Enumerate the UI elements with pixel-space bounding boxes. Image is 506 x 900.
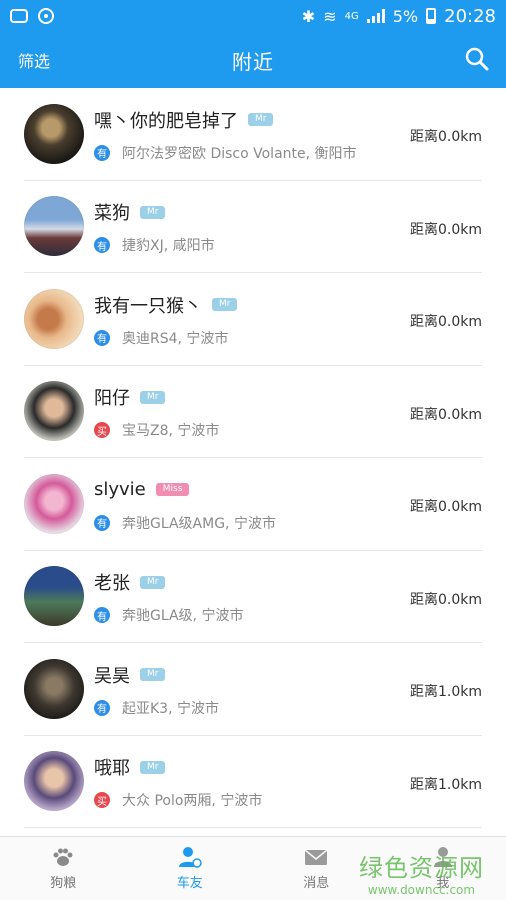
avatar — [24, 288, 84, 349]
distance-label: 距离0.0km — [409, 314, 482, 330]
tab-label: 车友 — [176, 876, 203, 891]
distance-label: 距离0.0km — [409, 499, 482, 515]
user-name: 老张 — [94, 573, 130, 595]
paw-icon — [53, 848, 73, 866]
list-item[interactable]: 嘿丶你的肥皂掉了 Mr 有 阿尔法罗密欧 Disco Volante, 衡阳市 … — [24, 88, 482, 181]
have-car-badge: 有 — [94, 514, 110, 531]
page-title: 附近 — [232, 49, 274, 74]
gender-tag: Mr — [248, 113, 274, 127]
car-info: 奔驰GLA级AMG, 宁波市 — [122, 515, 276, 532]
signal-icon — [366, 9, 385, 23]
user-name: 嘿丶你的肥皂掉了 — [94, 110, 238, 132]
avatar — [24, 103, 84, 164]
user-name: 哦耶 — [94, 758, 130, 780]
battery-percent: 5% — [392, 6, 419, 26]
app-bar: 筛选 附近 — [0, 32, 506, 88]
car-info: 奥迪RS4, 宁波市 — [122, 330, 229, 347]
avatar — [24, 196, 84, 257]
distance-label: 距离0.0km — [409, 406, 482, 423]
tab-car-friends[interactable]: 车友 — [127, 837, 254, 900]
nearby-user-list[interactable]: 嘿丶你的肥皂掉了 Mr 有 阿尔法罗密欧 Disco Volante, 衡阳市 … — [0, 88, 506, 836]
mail-icon — [304, 849, 328, 865]
distance-label: 距离0.0km — [409, 221, 482, 238]
buy-car-badge: 买 — [94, 792, 110, 809]
avatar — [24, 751, 84, 812]
car-info: 大众 Polo两厢, 宁波市 — [122, 793, 263, 810]
list-item[interactable]: 菜狗 Mr 有 捷豹XJ, 咸阳市 距离0.0km — [24, 181, 482, 273]
gender-tag: Mr — [140, 390, 166, 404]
status-bar: ✱ ≋ 4G 5% 20:28 — [0, 0, 506, 32]
avatar — [24, 381, 84, 442]
list-item[interactable]: slyvie Miss 有 奔驰GLA级AMG, 宁波市 距离0.0km — [24, 458, 482, 551]
list-item[interactable]: 阳仔 Mr 买 宝马Z8, 宁波市 距离0.0km — [24, 366, 482, 458]
have-car-badge: 有 — [94, 329, 110, 346]
tab-label: 狗粮 — [50, 876, 77, 891]
user-icon — [178, 847, 202, 868]
user-name: 吴昊 — [94, 665, 130, 687]
tab-me[interactable]: 我 — [380, 837, 506, 900]
avatar — [24, 658, 84, 719]
avatar — [24, 473, 84, 534]
distance-label: 距离1.0km — [409, 776, 482, 793]
gender-tag: Mr — [212, 298, 238, 312]
gender-tag: Mr — [140, 205, 166, 219]
car-info: 捷豹XJ, 咸阳市 — [122, 238, 215, 255]
list-item[interactable]: 老张 Mr 有 奔驰GLA级, 宁波市 距离0.0km — [24, 551, 482, 643]
user-name: 菜狗 — [94, 203, 130, 225]
bluetooth-icon: ✱ — [301, 6, 316, 26]
person-icon — [433, 847, 452, 867]
gender-tag: Mr — [140, 668, 166, 682]
clock: 20:28 — [444, 5, 496, 27]
sync-icon — [38, 8, 54, 24]
car-info: 奔驰GLA级, 宁波市 — [122, 608, 244, 625]
distance-label: 距离0.0km — [409, 129, 482, 145]
gender-tag: Miss — [155, 483, 190, 497]
bottom-tabbar: 狗粮 车友 消息 我 — [0, 836, 506, 900]
user-name: slyvie — [94, 479, 146, 501]
search-icon[interactable] — [464, 46, 490, 72]
message-icon — [10, 9, 28, 23]
filter-button[interactable]: 筛选 — [18, 48, 50, 72]
gender-tag: Mr — [140, 575, 166, 589]
battery-icon — [426, 8, 437, 24]
user-name: 阳仔 — [94, 388, 130, 410]
wifi-icon: ≋ — [323, 6, 337, 26]
have-car-badge: 有 — [94, 607, 110, 624]
distance-label: 距离0.0km — [409, 591, 482, 608]
list-item[interactable]: 吴昊 Mr 有 起亚K3, 宁波市 距离1.0km — [24, 643, 482, 736]
have-car-badge: 有 — [94, 699, 110, 716]
tab-label: 消息 — [303, 876, 330, 891]
tab-label: 我 — [436, 876, 450, 891]
have-car-badge: 有 — [94, 237, 110, 254]
car-info: 宝马Z8, 宁波市 — [122, 423, 220, 440]
have-car-badge: 有 — [94, 144, 110, 161]
network-type: 4G — [344, 10, 359, 22]
car-info: 起亚K3, 宁波市 — [122, 700, 219, 717]
buy-car-badge: 买 — [94, 422, 110, 439]
gender-tag: Mr — [140, 760, 166, 774]
tab-messages[interactable]: 消息 — [253, 837, 380, 900]
user-name: 我有一只猴丶 — [94, 295, 202, 317]
distance-label: 距离1.0km — [409, 684, 482, 700]
avatar — [24, 566, 84, 627]
tab-dog-food[interactable]: 狗粮 — [0, 837, 127, 900]
list-item[interactable]: 哦耶 Mr 买 大众 Polo两厢, 宁波市 距离1.0km — [24, 736, 482, 828]
list-item[interactable]: 我有一只猴丶 Mr 有 奥迪RS4, 宁波市 距离0.0km — [24, 273, 482, 366]
car-info: 阿尔法罗密欧 Disco Volante, 衡阳市 — [122, 145, 357, 162]
